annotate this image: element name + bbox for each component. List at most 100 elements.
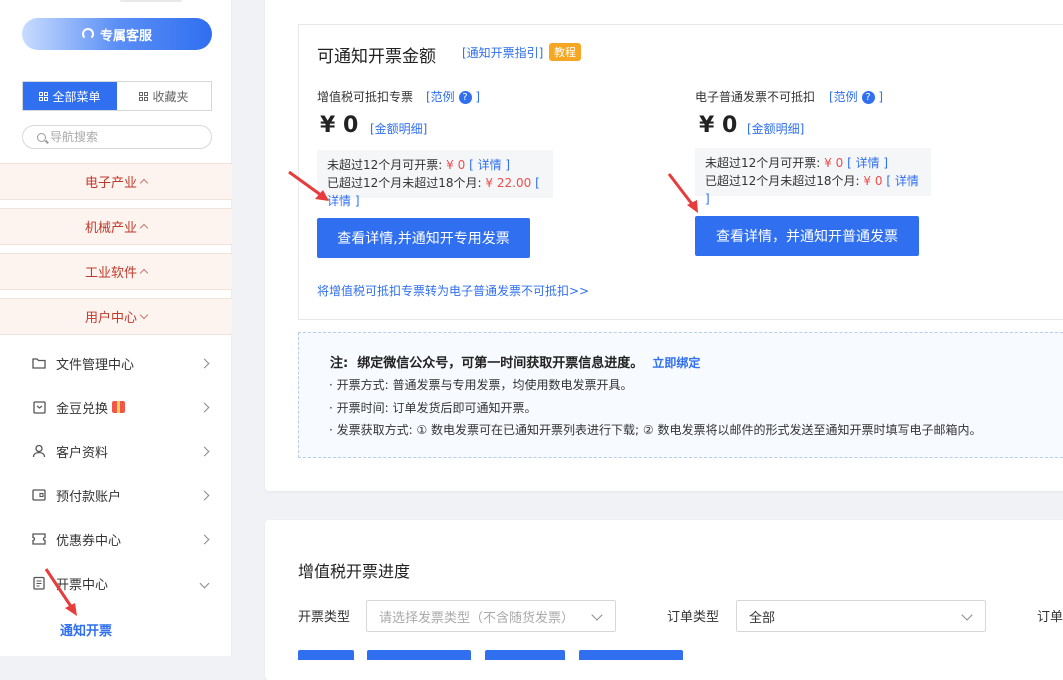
- row-label: 未超过12个月可开票:: [705, 156, 821, 170]
- invoice-type-placeholder: 请选择发票类型（不含随货发票）: [379, 610, 575, 626]
- sidebar-item-coupon-center[interactable]: 优惠券中心: [0, 517, 232, 561]
- notice-line: · 开票时间: 订单发货后即可通知开票。: [329, 401, 537, 415]
- bind-now-link[interactable]: 立即绑定: [652, 356, 700, 370]
- sidebar-item-gold-bean-exchange[interactable]: 金豆兑换: [0, 385, 232, 429]
- category-label: 机械产业: [84, 221, 137, 236]
- chevron-right-icon: [199, 402, 210, 412]
- category-label: 工业软件: [84, 266, 137, 281]
- tab-favorites-label: 收藏夹: [152, 89, 189, 104]
- vat-amount-detail-link[interactable]: [金额明细]: [370, 120, 427, 137]
- bottom-button[interactable]: [298, 650, 354, 660]
- sidebar: 专属客服 全部菜单 收藏夹 电子产业 机械产业 工业软件 用户中心 文件管理中心…: [0, 0, 232, 656]
- notify-normal-invoice-button[interactable]: 查看详情，并通知开普通发票: [695, 216, 919, 256]
- normal-row-within-12: 未超过12个月可开票: ¥ 0 [ 详情 ]: [705, 154, 921, 172]
- chevron-down-icon: [591, 609, 603, 621]
- normal-period-box: 未超过12个月可开票: ¥ 0 [ 详情 ] 已超过12个月未超过18个月: ¥…: [695, 148, 931, 206]
- sidebar-item-file-management[interactable]: 文件管理中心: [0, 341, 232, 385]
- tab-all-menu[interactable]: 全部菜单: [23, 82, 117, 110]
- sidebar-item-label: 客户资料: [56, 445, 109, 461]
- row-label: 未超过12个月可开票:: [327, 158, 443, 172]
- sidebar-item-label: 金豆兑换: [56, 401, 109, 417]
- invoice-type-select[interactable]: 请选择发票类型（不含随货发票）: [366, 600, 616, 632]
- row-detail-link[interactable]: [ 详情 ]: [847, 156, 888, 170]
- folder-icon: [32, 356, 46, 370]
- chevron-right-icon: [199, 490, 210, 500]
- normal-amount-detail-link[interactable]: [金额明细]: [747, 120, 804, 137]
- example-label-end: ]: [475, 90, 481, 104]
- exclusive-service-label: 专属客服: [99, 28, 152, 44]
- invoice-icon: [32, 576, 46, 590]
- top-stub: [120, 0, 182, 2]
- row-value: ¥ 22.00: [485, 176, 532, 190]
- bottom-button[interactable]: [485, 650, 565, 660]
- search-icon: [37, 132, 46, 142]
- sidebar-item-label: 文件管理中心: [56, 357, 135, 373]
- notice-prefix: 注:: [330, 356, 349, 371]
- vat-amount: ¥ 0: [320, 113, 359, 138]
- grid-icon: [139, 91, 149, 101]
- sidebar-item-customer-profile[interactable]: 客户资料: [0, 429, 232, 473]
- sidebar-item-invoice-center[interactable]: 开票中心: [0, 561, 232, 605]
- chevron-right-icon: [199, 446, 210, 456]
- normal-example-link[interactable]: [范例 ? ]: [829, 88, 883, 105]
- help-icon: ?: [861, 91, 875, 104]
- grid-icon: [39, 91, 49, 101]
- chevron-up-icon: [139, 223, 149, 233]
- category-user-center[interactable]: 用户中心: [0, 298, 232, 335]
- nav-search-input[interactable]: [50, 130, 190, 144]
- nav-search: [22, 125, 212, 149]
- normal-amount: ¥ 0: [699, 113, 738, 138]
- order-type-label: 订单类型: [667, 610, 720, 625]
- sidebar-item-label: 开票中心: [56, 577, 109, 593]
- wallet-icon: [32, 400, 46, 414]
- chevron-down-icon: [139, 310, 149, 320]
- example-label: [范例: [829, 90, 858, 104]
- category-label: 用户中心: [84, 311, 137, 326]
- notify-special-invoice-button[interactable]: 查看详情,并通知开专用发票: [317, 218, 530, 258]
- sidebar-item-label: 优惠券中心: [56, 533, 122, 549]
- row-value: ¥ 0: [446, 158, 466, 172]
- row-value: ¥ 0: [863, 174, 883, 188]
- help-icon: ?: [458, 91, 472, 104]
- bottom-button[interactable]: [367, 650, 471, 660]
- card-icon: [32, 488, 46, 502]
- example-label: [范例: [426, 90, 455, 104]
- headset-icon: [81, 28, 94, 40]
- notice-text: 绑定微信公众号，可第一时间获取开票信息进度。: [357, 356, 644, 371]
- chevron-down-icon: [961, 609, 973, 621]
- guide-link[interactable]: [通知开票指引]: [462, 44, 543, 61]
- chevron-up-icon: [139, 178, 149, 188]
- order-type-value: 全部: [749, 610, 776, 626]
- row-label: 已超过12个月未超过18个月:: [327, 176, 482, 190]
- sidebar-item-prepaid-account[interactable]: 预付款账户: [0, 473, 232, 517]
- category-industrial-software[interactable]: 工业软件: [0, 253, 232, 290]
- order-cut-label: 订单: [1037, 610, 1063, 625]
- tab-favorites[interactable]: 收藏夹: [117, 82, 211, 110]
- tutorial-tag[interactable]: 教程: [549, 43, 581, 61]
- order-type-select[interactable]: 全部: [736, 600, 986, 632]
- notice-line: · 发票获取方式: ① 数电发票可在已通知开票列表进行下载; ② 数电发票将以邮…: [329, 423, 982, 437]
- vat-row-12-to-18: 已超过12个月未超过18个月: ¥ 22.00 [ 详情 ]: [327, 174, 543, 210]
- user-icon: [32, 444, 46, 458]
- sidebar-subitem-notify-invoice[interactable]: 通知开票: [60, 620, 112, 639]
- category-label: 电子产业: [84, 176, 137, 191]
- exclusive-service-button[interactable]: 专属客服: [22, 18, 212, 50]
- row-label: 已超过12个月未超过18个月:: [705, 174, 860, 188]
- chevron-right-icon: [199, 358, 210, 368]
- normal-invoice-heading: 电子普通发票不可抵扣: [695, 90, 816, 104]
- tab-all-menu-label: 全部菜单: [52, 89, 101, 104]
- vat-period-box: 未超过12个月可开票: ¥ 0 [ 详情 ] 已超过12个月未超过18个月: ¥…: [317, 150, 553, 208]
- convert-invoice-link[interactable]: 将增值税可抵扣专票转为电子普通发票不可抵扣>>: [317, 282, 589, 299]
- bottom-button[interactable]: [579, 650, 683, 660]
- chevron-up-icon: [139, 268, 149, 278]
- tutorial-tag-wrap: 教程: [549, 43, 581, 61]
- category-machinery[interactable]: 机械产业: [0, 208, 232, 245]
- normal-row-12-to-18: 已超过12个月未超过18个月: ¥ 0 [ 详情 ]: [705, 172, 921, 208]
- vat-example-link[interactable]: [范例 ? ]: [426, 88, 480, 105]
- category-electronics[interactable]: 电子产业: [0, 163, 232, 200]
- invoice-type-label: 开票类型: [298, 610, 351, 625]
- notice-headline: 注: 绑定微信公众号，可第一时间获取开票信息进度。 立即绑定: [330, 352, 700, 371]
- row-detail-link[interactable]: [ 详情 ]: [469, 158, 510, 172]
- gift-icon: [112, 401, 126, 413]
- example-label-end: ]: [878, 90, 884, 104]
